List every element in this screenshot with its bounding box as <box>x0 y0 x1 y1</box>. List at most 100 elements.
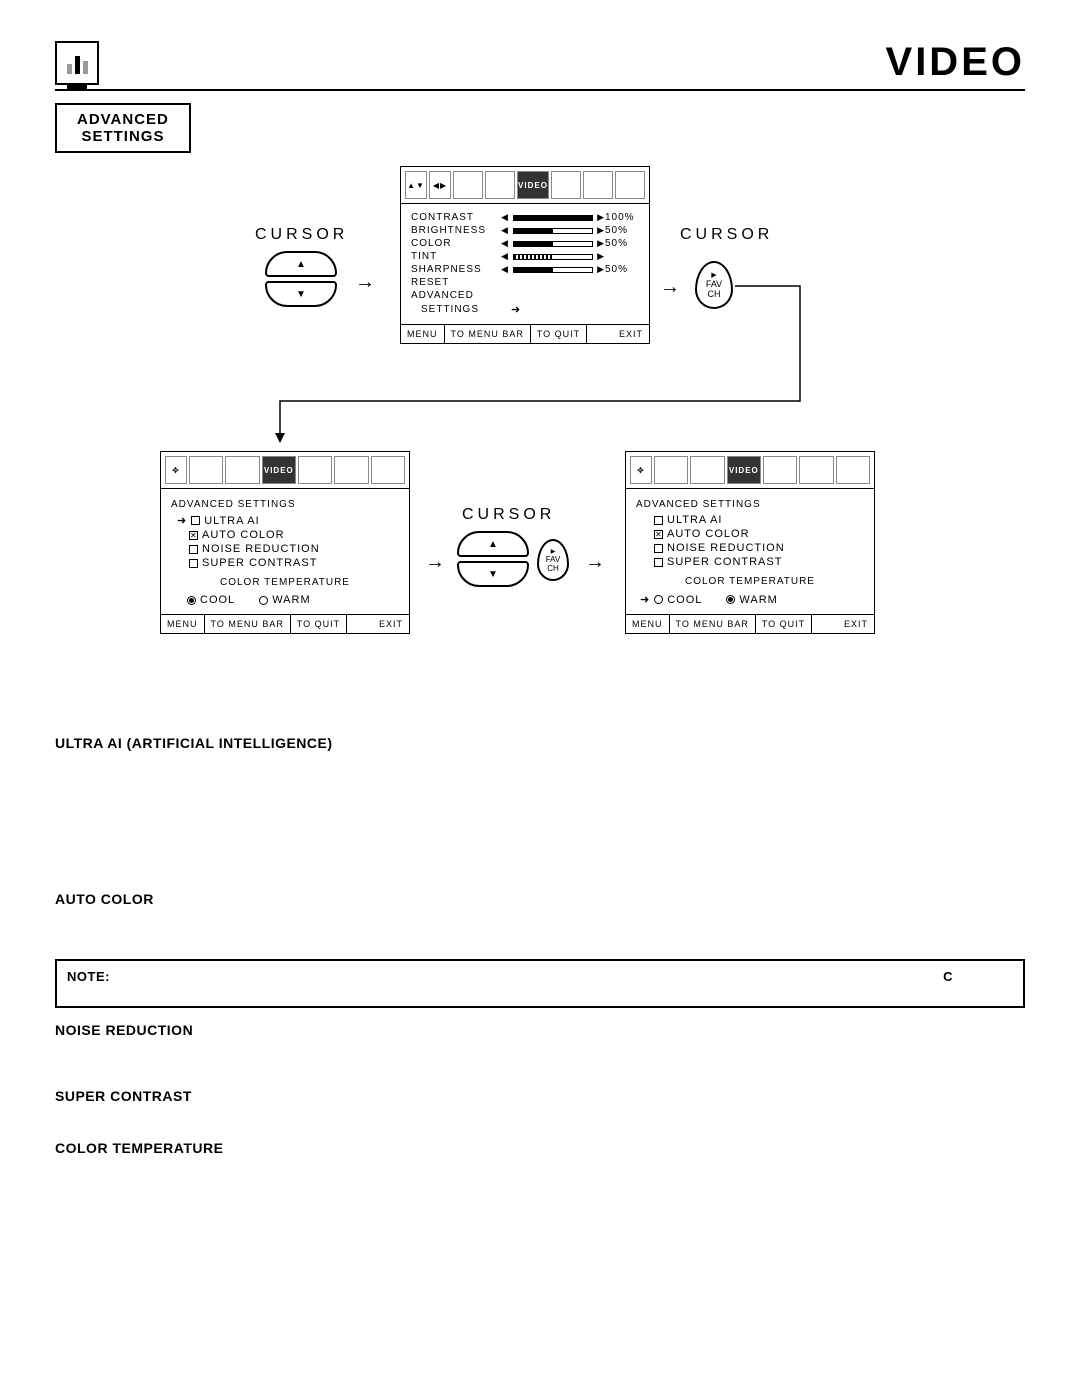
cursor-label-mid: CURSOR <box>462 506 555 524</box>
row-tint-label: TINT <box>411 251 501 262</box>
item-super-l[interactable]: SUPER CONTRAST <box>202 557 317 569</box>
heading-auto-color: AUTO COLOR <box>55 891 1025 907</box>
tab-nav[interactable]: ✥ <box>165 456 187 484</box>
video-menu-icon <box>55 41 99 85</box>
tab-video[interactable]: VIDEO <box>517 171 549 199</box>
tab-rb[interactable] <box>690 456 724 484</box>
advanced-line2: SETTINGS <box>77 128 169 145</box>
val-contrast: 100% <box>605 212 639 223</box>
row-color-label: COLOR <box>411 238 501 249</box>
val-brightness: 50% <box>605 225 639 236</box>
cursor-label-top: CURSOR <box>255 226 348 244</box>
f-bar-r: TO MENU BAR <box>670 615 756 633</box>
item-noise-r[interactable]: NOISE REDUCTION <box>667 542 785 554</box>
page-title: VIDEO <box>886 40 1025 85</box>
osd-advanced-left: ✥ VIDEO ADVANCED SETTINGS ➜ ULTRA AI ✕AU… <box>160 451 410 634</box>
cursor-up-mid-icon[interactable]: ▲ <box>457 531 529 557</box>
row-advanced: ADVANCED <box>411 290 501 301</box>
f-exit-r: EXIT <box>838 615 874 633</box>
cursor-up-icon[interactable]: ▲ <box>265 251 337 277</box>
slider-contrast[interactable] <box>513 215 593 221</box>
tab-rd[interactable] <box>799 456 833 484</box>
slider-sharpness[interactable] <box>513 267 593 273</box>
tab-a[interactable] <box>189 456 223 484</box>
fav-ch-button-mid[interactable]: ▶ FAV CH <box>537 539 569 581</box>
tab-1[interactable] <box>453 171 483 199</box>
advanced-settings-label: ADVANCED SETTINGS <box>55 103 191 153</box>
arrow-right-icon: → <box>355 271 375 294</box>
fav-ch-button[interactable]: ▶ FAV CH <box>695 261 733 309</box>
heading-noise: NOISE REDUCTION <box>55 1022 1025 1038</box>
tab-6[interactable] <box>615 171 645 199</box>
page-header: VIDEO <box>55 40 1025 91</box>
osd-video-menu: ▲▼ ◀▶ VIDEO CONTRAST◀▶100% BRIGHTNESS◀▶5… <box>400 166 650 344</box>
tab-c[interactable] <box>298 456 332 484</box>
navigation-diagram: CURSOR ▲ ▼ → ▲▼ ◀▶ VIDEO CONTRAST◀▶100% … <box>55 161 1025 721</box>
val-sharpness: 50% <box>605 264 639 275</box>
f-quit-l: TO QUIT <box>291 615 347 633</box>
row-contrast-label: CONTRAST <box>411 212 501 223</box>
arrow-right-icon-4: → <box>585 551 605 574</box>
tab-b[interactable] <box>225 456 259 484</box>
row-reset[interactable]: RESET <box>411 277 501 288</box>
note-c: C <box>943 969 953 984</box>
item-autocolor-r[interactable]: AUTO COLOR <box>667 528 750 540</box>
tab-d[interactable] <box>334 456 368 484</box>
tab-4[interactable] <box>551 171 581 199</box>
fav-line1: FAV <box>706 279 722 289</box>
temp-cool-r[interactable]: COOL <box>667 594 702 606</box>
temp-label-r: COLOR TEMPERATURE <box>636 576 864 587</box>
tab-nav-r[interactable]: ✥ <box>630 456 652 484</box>
temp-warm-r[interactable]: WARM <box>739 594 777 606</box>
item-super-r[interactable]: SUPER CONTRAST <box>667 556 782 568</box>
cursor-down-icon[interactable]: ▼ <box>265 281 337 307</box>
slider-tint[interactable] <box>513 254 593 260</box>
fav-mid-2: CH <box>547 564 559 573</box>
tab-e[interactable] <box>371 456 405 484</box>
arrow-right-icon-3: → <box>425 551 445 574</box>
tab-ra[interactable] <box>654 456 688 484</box>
footer-to-quit: TO QUIT <box>531 325 587 343</box>
fav-mid-1: FAV <box>546 555 561 564</box>
note-label: NOTE: <box>67 969 110 984</box>
item-noise-l[interactable]: NOISE REDUCTION <box>202 543 320 555</box>
cursor-down-mid-icon[interactable]: ▼ <box>457 561 529 587</box>
adv-title-r: ADVANCED SETTINGS <box>636 499 864 510</box>
temp-cool-l[interactable]: COOL <box>200 594 235 606</box>
tab-nav-leftright[interactable]: ◀▶ <box>429 171 451 199</box>
tab-video-l[interactable]: VIDEO <box>262 456 296 484</box>
footer-exit: EXIT <box>613 325 649 343</box>
footer-to-bar: TO MENU BAR <box>445 325 531 343</box>
f-menu-l: MENU <box>161 615 205 633</box>
tab-rc[interactable] <box>763 456 797 484</box>
row-sharpness-label: SHARPNESS <box>411 264 501 275</box>
osd-footer: MENU TO MENU BAR TO QUIT EXIT <box>401 324 649 343</box>
temp-label-l: COLOR TEMPERATURE <box>171 577 399 588</box>
row-settings[interactable]: SETTINGS <box>421 304 511 315</box>
temp-warm-l[interactable]: WARM <box>272 594 310 606</box>
f-bar-l: TO MENU BAR <box>205 615 291 633</box>
tab-2[interactable] <box>485 171 515 199</box>
osd-advanced-right: ✥ VIDEO ADVANCED SETTINGS ULTRA AI ✕AUTO… <box>625 451 875 634</box>
f-exit-l: EXIT <box>373 615 409 633</box>
tab-re[interactable] <box>836 456 870 484</box>
item-ultraai-r[interactable]: ULTRA AI <box>667 514 722 526</box>
slider-color[interactable] <box>513 241 593 247</box>
arrow-right-icon-2: → <box>660 276 680 299</box>
cursor-label-right: CURSOR <box>680 226 773 244</box>
cursor-pad-middle[interactable]: ▲ ▼ <box>457 531 529 587</box>
cursor-pad-updown-top[interactable]: ▲ ▼ <box>265 251 337 307</box>
tab-5[interactable] <box>583 171 613 199</box>
tab-nav-updown[interactable]: ▲▼ <box>405 171 427 199</box>
heading-color-temp: COLOR TEMPERATURE <box>55 1140 1025 1156</box>
adv-title-l: ADVANCED SETTINGS <box>171 499 399 510</box>
item-ultraai-l[interactable]: ULTRA AI <box>204 515 259 527</box>
fav-line2: CH <box>708 289 721 299</box>
slider-brightness[interactable] <box>513 228 593 234</box>
val-color: 50% <box>605 238 639 249</box>
osd-body: CONTRAST◀▶100% BRIGHTNESS◀▶50% COLOR◀▶50… <box>401 204 649 324</box>
body-copy: ULTRA AI (ARTIFICIAL INTELLIGENCE) AUTO … <box>55 735 1025 1156</box>
item-autocolor-l[interactable]: AUTO COLOR <box>202 529 285 541</box>
heading-super: SUPER CONTRAST <box>55 1088 1025 1104</box>
tab-video-r[interactable]: VIDEO <box>727 456 761 484</box>
